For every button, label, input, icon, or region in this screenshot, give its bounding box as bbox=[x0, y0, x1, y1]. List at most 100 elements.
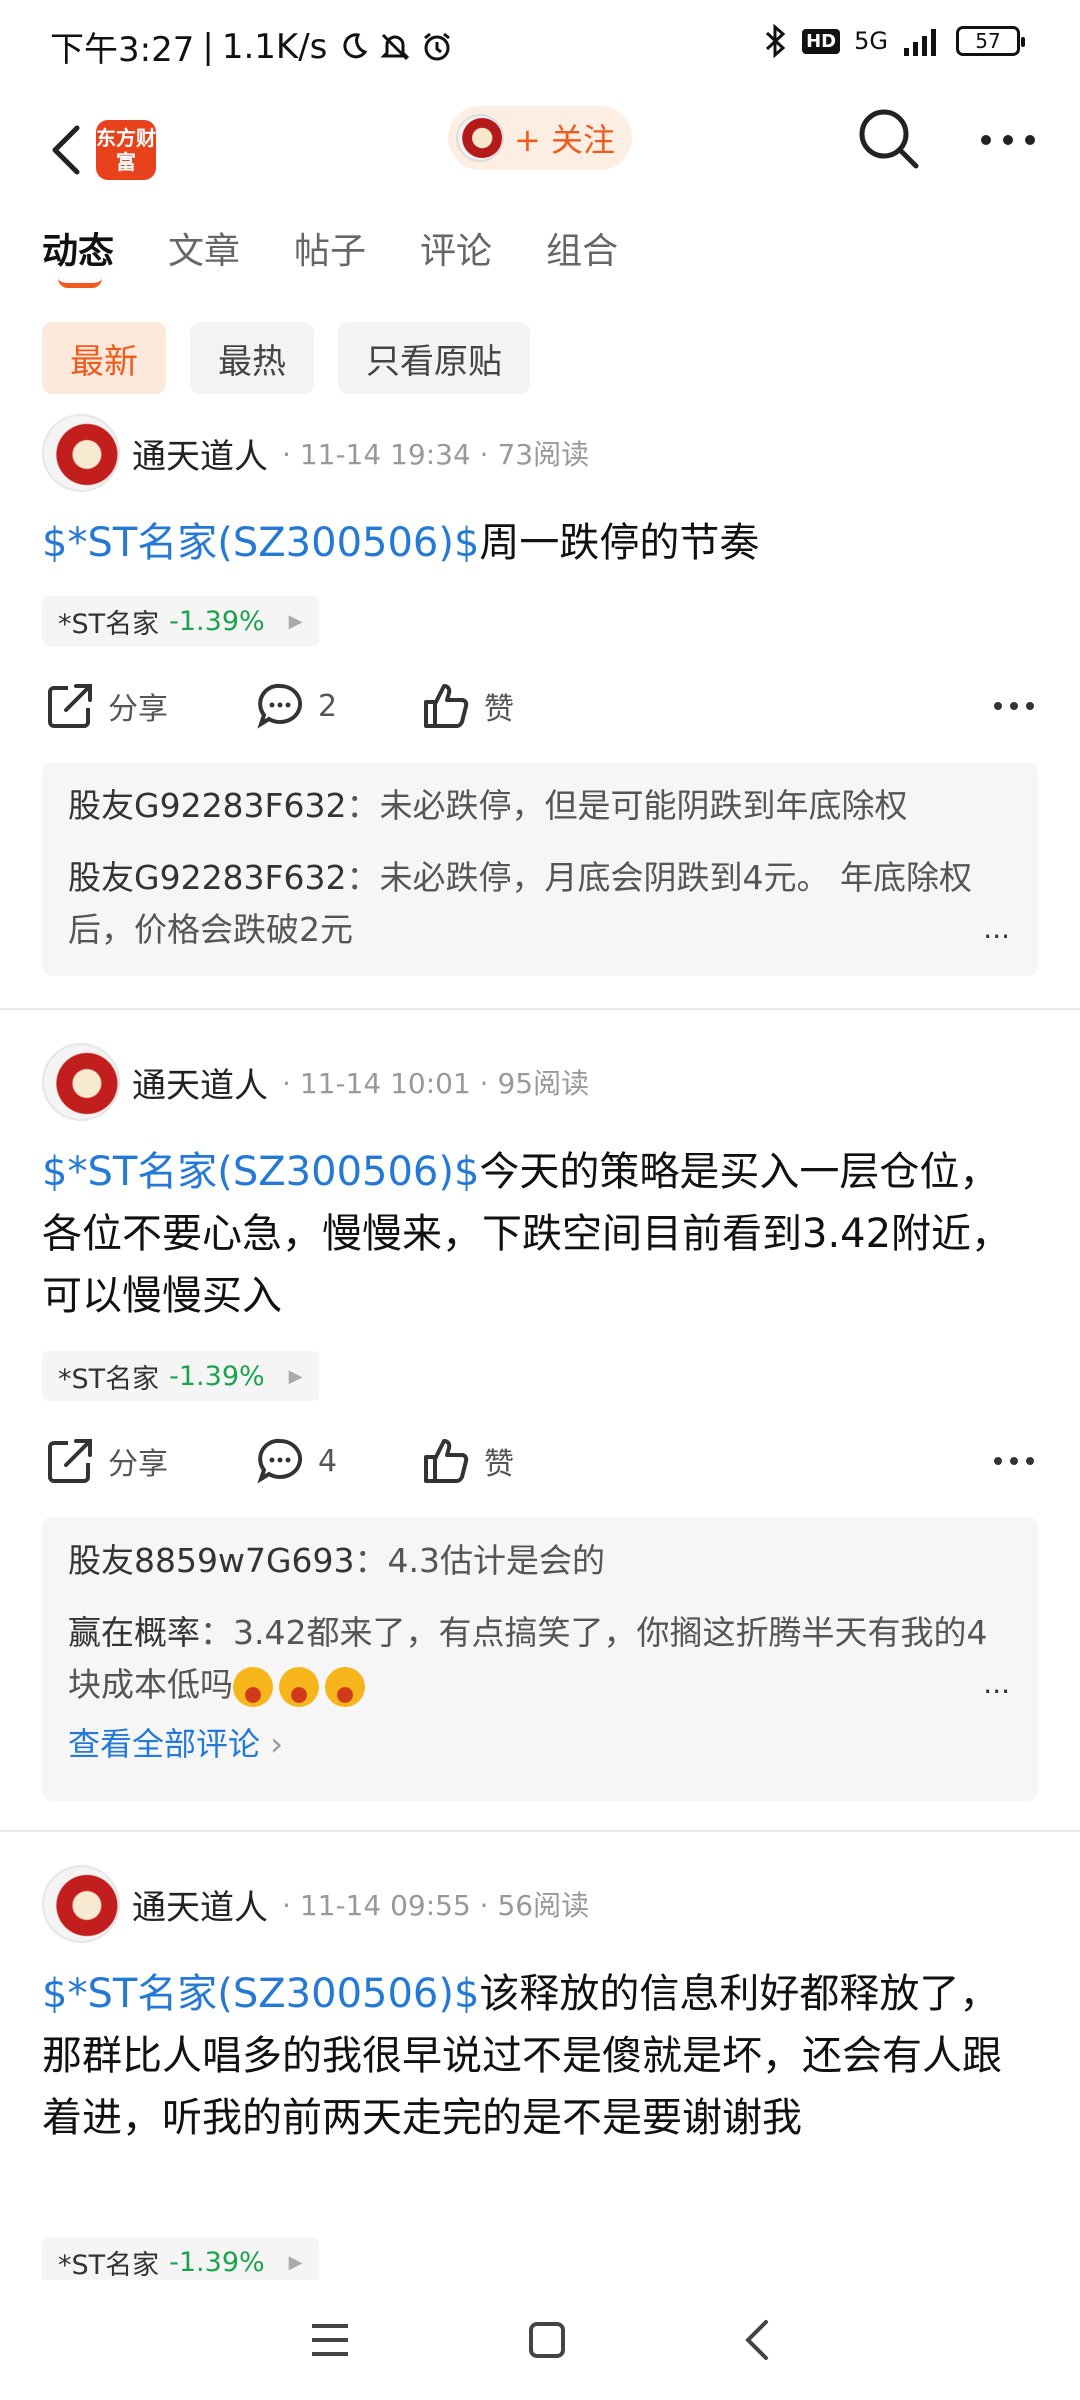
hd-badge: HD bbox=[802, 28, 841, 54]
comment-more[interactable]: ... bbox=[983, 1667, 1010, 1700]
view-all-label: 查看全部评论 bbox=[68, 1725, 261, 1763]
tab-label: 评论 bbox=[420, 231, 493, 272]
comment-user[interactable]: 股友G92283F632 bbox=[68, 858, 347, 897]
status-left: 下午3:27 | 1.1K/s bbox=[50, 22, 453, 71]
like-button[interactable]: 赞 bbox=[422, 682, 514, 730]
comment-text: ：4.3估计是会的 bbox=[354, 1541, 606, 1580]
stock-change: -1.39% bbox=[169, 2246, 265, 2278]
alarm-icon bbox=[424, 32, 451, 60]
tab-pinglun[interactable]: 评论 bbox=[420, 222, 492, 274]
stock-name: *ST名家 bbox=[58, 1363, 160, 1395]
menu-icon[interactable] bbox=[308, 2320, 352, 2360]
battery-icon: 57 bbox=[956, 26, 1025, 56]
search-icon[interactable] bbox=[856, 106, 920, 170]
more-icon[interactable] bbox=[992, 1441, 1036, 1481]
logo-text: 东方财富 bbox=[96, 126, 156, 174]
comment-icon bbox=[257, 683, 303, 729]
filter-hot[interactable]: 最热 bbox=[190, 322, 314, 394]
tab-dongtai[interactable]: 动态 bbox=[42, 222, 115, 288]
post-time: 11-14 19:34 bbox=[299, 438, 471, 471]
home-icon[interactable] bbox=[527, 2320, 567, 2360]
back-button[interactable] bbox=[36, 110, 96, 190]
post-content[interactable]: $*ST名家(SZ300506)$该释放的信息利好都释放了，那群比人唱多的我很早… bbox=[42, 1963, 1038, 2149]
author-name[interactable]: 通天道人 bbox=[132, 429, 268, 478]
read-count: 73阅读 bbox=[497, 438, 590, 471]
read-count: 95阅读 bbox=[497, 1067, 590, 1100]
like-label: 赞 bbox=[484, 692, 514, 727]
filter-latest[interactable]: 最新 bbox=[42, 322, 166, 394]
stock-link[interactable]: $*ST名家(SZ300506)$ bbox=[42, 1971, 479, 2017]
post-meta: · 11-14 19:34 · 73阅读 bbox=[282, 438, 590, 471]
post-meta: · 11-14 10:01 · 95阅读 bbox=[282, 1067, 590, 1100]
chevron-right-icon: › bbox=[270, 1725, 283, 1763]
post-content[interactable]: $*ST名家(SZ300506)$周一跌停的节奏 bbox=[42, 512, 1038, 574]
laughing-emoji-icon bbox=[233, 1666, 273, 1707]
tab-wenzhang[interactable]: 文章 bbox=[168, 222, 240, 274]
like-button[interactable]: 赞 bbox=[422, 1437, 514, 1485]
signal-icon bbox=[904, 29, 936, 56]
tab-zuhe[interactable]: 组合 bbox=[546, 222, 618, 274]
avatar[interactable] bbox=[42, 1865, 120, 1943]
stock-name: *ST名家 bbox=[58, 608, 160, 640]
follow-label: + 关注 bbox=[514, 121, 615, 159]
action-bar: 分享 2 赞 bbox=[46, 676, 1036, 736]
more-icon[interactable] bbox=[992, 686, 1036, 726]
network-speed: 1.1K/s bbox=[221, 26, 328, 67]
mute-bell-icon bbox=[380, 33, 410, 60]
stock-change: -1.39% bbox=[169, 605, 265, 637]
tab-bar: 动态 文章 帖子 评论 组合 bbox=[42, 222, 618, 288]
stock-link[interactable]: $*ST名家(SZ300506)$ bbox=[42, 1149, 479, 1195]
play-arrow-icon: ▶ bbox=[288, 2251, 303, 2273]
back-arrow-icon bbox=[52, 125, 80, 175]
comment-item: 赢在概率：3.42都来了，有点搞笑了，你搁这折腾半天有我的4块成本低吗 bbox=[68, 1607, 1012, 1711]
thumbs-up-icon bbox=[424, 684, 469, 728]
status-right: HD 5G 57 bbox=[762, 24, 1025, 58]
comment-icon bbox=[257, 1438, 303, 1484]
comment-button[interactable]: 2 bbox=[256, 682, 422, 730]
divider bbox=[0, 1830, 1080, 1832]
comment-user[interactable]: 股友8859w7G693 bbox=[68, 1541, 355, 1580]
share-button[interactable]: 分享 bbox=[46, 1437, 256, 1485]
view-all-comments-link[interactable]: 查看全部评论 › bbox=[68, 1719, 1012, 1765]
share-button[interactable]: 分享 bbox=[46, 682, 256, 730]
laughing-emoji-icon bbox=[279, 1666, 319, 1707]
avatar[interactable] bbox=[42, 1043, 120, 1121]
action-bar: 分享 4 赞 bbox=[46, 1431, 1036, 1491]
post-content[interactable]: $*ST名家(SZ300506)$今天的策略是买入一层仓位，各位不要心急，慢慢来… bbox=[42, 1141, 1038, 1327]
comment-user[interactable]: 赢在概率 bbox=[68, 1613, 200, 1652]
more-icon[interactable] bbox=[978, 120, 1038, 160]
status-time: 下午3:27 bbox=[50, 30, 195, 70]
filter-original-only[interactable]: 只看原贴 bbox=[338, 322, 530, 394]
comment-preview[interactable]: 股友G92283F632：未必跌停，但是可能阴跌到年底除权 股友G92283F6… bbox=[42, 762, 1038, 976]
share-icon bbox=[48, 1439, 92, 1483]
comment-button[interactable]: 4 bbox=[256, 1437, 422, 1485]
filter-chips: 最新 最热 只看原贴 bbox=[42, 322, 530, 394]
stock-tag[interactable]: *ST名家 -1.39% ▶ bbox=[42, 1351, 319, 1401]
play-arrow-icon: ▶ bbox=[288, 610, 303, 632]
author-name[interactable]: 通天道人 bbox=[132, 1880, 268, 1929]
tab-active-indicator bbox=[58, 278, 102, 288]
tab-label: 文章 bbox=[168, 231, 241, 272]
stock-link[interactable]: $*ST名家(SZ300506)$ bbox=[42, 520, 479, 566]
back-icon[interactable] bbox=[742, 2318, 772, 2362]
author-name[interactable]: 通天道人 bbox=[132, 1058, 268, 1107]
comment-user[interactable]: 股友G92283F632 bbox=[68, 786, 347, 825]
post-time: 11-14 09:55 bbox=[299, 1889, 471, 1922]
comment-preview[interactable]: 股友8859w7G693：4.3估计是会的 赢在概率：3.42都来了，有点搞笑了… bbox=[42, 1517, 1038, 1801]
share-label: 分享 bbox=[108, 692, 168, 727]
thumbs-up-icon bbox=[424, 1439, 469, 1483]
comment-count: 4 bbox=[318, 1443, 338, 1479]
comment-more[interactable]: ... bbox=[983, 912, 1010, 945]
post-header: 通天道人 · 11-14 10:01 · 95阅读 bbox=[42, 1043, 589, 1121]
follow-button[interactable]: + 关注 bbox=[448, 106, 632, 170]
tab-tiezi[interactable]: 帖子 bbox=[294, 222, 366, 274]
battery-level: 57 bbox=[975, 29, 1001, 53]
moon-icon bbox=[343, 32, 368, 58]
post-header: 通天道人 · 11-14 09:55 · 56阅读 bbox=[42, 1865, 589, 1943]
tab-label: 动态 bbox=[42, 231, 115, 272]
system-nav-bar bbox=[0, 2280, 1080, 2400]
play-arrow-icon: ▶ bbox=[288, 1365, 303, 1387]
avatar[interactable] bbox=[42, 414, 120, 492]
stock-tag[interactable]: *ST名家 -1.39% ▶ bbox=[42, 596, 319, 646]
comment-text: ：未必跌停，但是可能阴跌到年底除权 bbox=[346, 786, 908, 825]
